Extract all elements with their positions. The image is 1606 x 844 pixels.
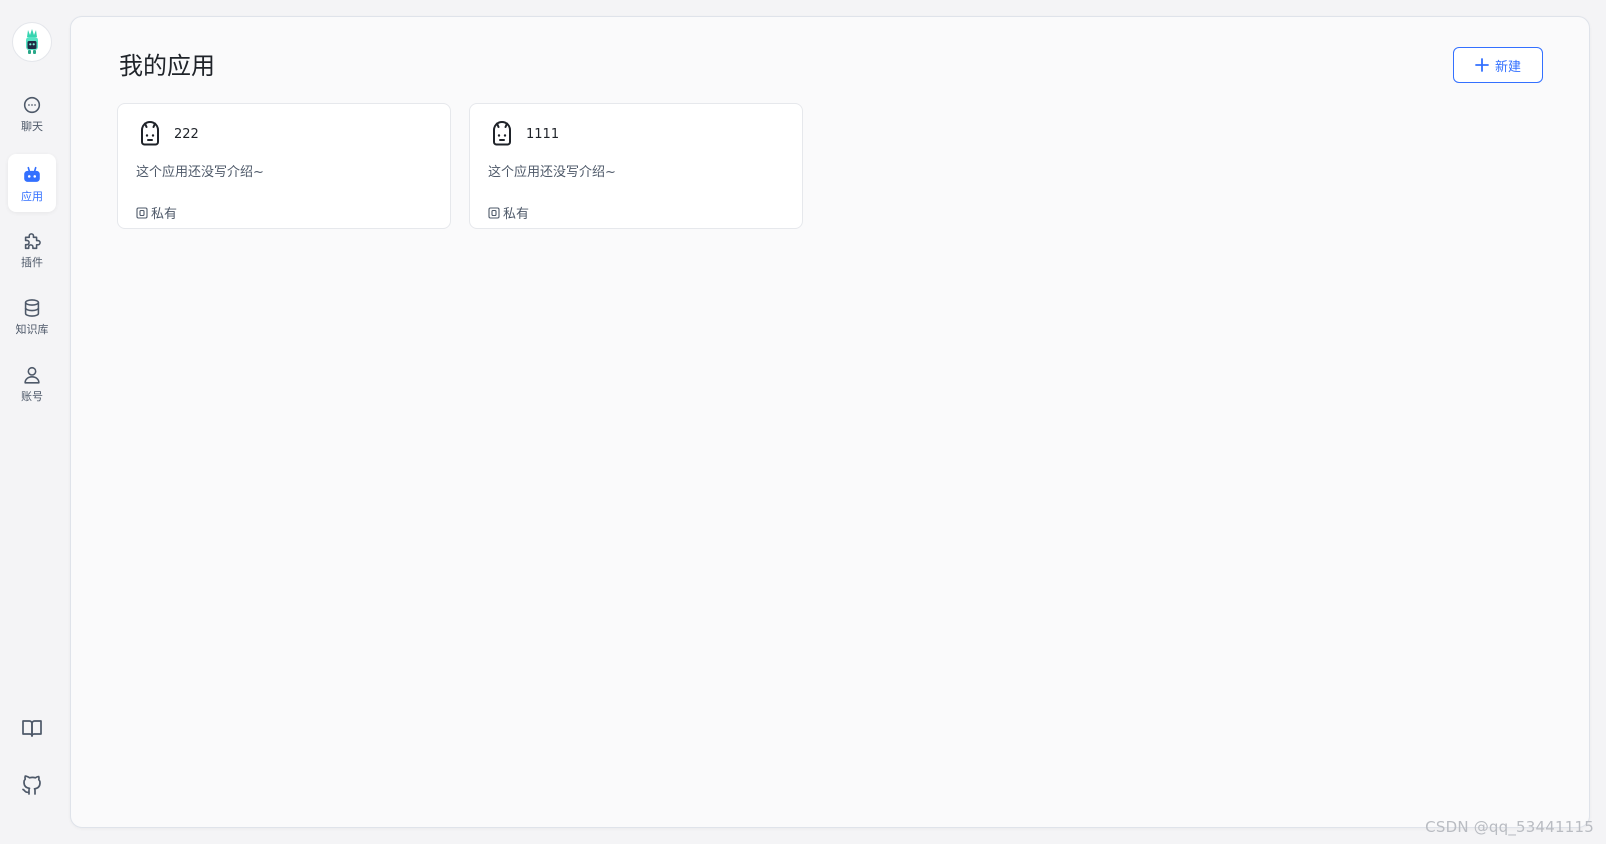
app-logo-icon[interactable] xyxy=(12,22,52,62)
new-app-button[interactable]: 新建 xyxy=(1453,47,1543,83)
main-panel: 我的应用 新建 222 这个应用还没写介绍~ 私有 1111 这个应用还没写介绍… xyxy=(70,16,1590,828)
github-button[interactable] xyxy=(16,769,48,801)
robot-icon xyxy=(24,166,40,182)
sidebar-item-plugins[interactable]: 插件 xyxy=(8,220,56,278)
watermark: CSDN @qq_53441115 xyxy=(1425,818,1594,836)
sidebar-item-label: 账号 xyxy=(21,389,43,403)
lock-icon xyxy=(136,206,148,219)
visibility-label: 私有 xyxy=(503,207,530,222)
sidebar-item-label: 聊天 xyxy=(21,119,43,133)
app-card-header: 1111 xyxy=(488,120,559,148)
chat-icon xyxy=(23,96,41,113)
user-icon xyxy=(24,366,40,384)
bot-face-icon xyxy=(141,121,159,146)
sidebar-item-label: 知识库 xyxy=(15,322,49,336)
new-app-button-label: 新建 xyxy=(1494,59,1521,75)
sidebar: 聊天 应用 插件 知识库 账号 xyxy=(0,0,70,844)
sidebar-item-apps[interactable]: 应用 xyxy=(8,154,56,212)
app-card-description: 这个应用还没写介绍~ xyxy=(488,165,616,180)
sidebar-item-chat[interactable]: 聊天 xyxy=(8,84,56,142)
app-card-name: 222 xyxy=(174,126,199,142)
bot-face-icon xyxy=(493,121,511,146)
book-icon xyxy=(22,720,42,737)
app-card-name: 1111 xyxy=(526,126,560,142)
github-icon xyxy=(22,775,41,795)
sidebar-item-account[interactable]: 账号 xyxy=(8,354,56,412)
app-card-description: 这个应用还没写介绍~ xyxy=(136,165,264,180)
app-card[interactable]: 222 这个应用还没写介绍~ 私有 xyxy=(117,103,451,229)
visibility-badge: 私有 xyxy=(136,203,177,222)
sidebar-item-label: 插件 xyxy=(21,255,43,269)
database-icon xyxy=(24,298,40,317)
app-card-header: 222 xyxy=(136,120,199,148)
puzzle-icon xyxy=(24,232,41,249)
app-card[interactable]: 1111 这个应用还没写介绍~ 私有 xyxy=(469,103,803,229)
visibility-label: 私有 xyxy=(151,207,178,222)
sidebar-item-label: 应用 xyxy=(21,189,43,203)
app-root: 聊天 应用 插件 知识库 账号 我的应用 新建 222 这个应用还没写介绍~ 私… xyxy=(0,0,1606,844)
page-title: 我的应用 xyxy=(119,52,215,80)
docs-button[interactable] xyxy=(16,712,48,744)
lock-icon xyxy=(488,206,500,219)
visibility-badge: 私有 xyxy=(488,203,529,222)
sidebar-item-knowledge-base[interactable]: 知识库 xyxy=(8,287,56,345)
plus-icon xyxy=(1475,58,1489,72)
